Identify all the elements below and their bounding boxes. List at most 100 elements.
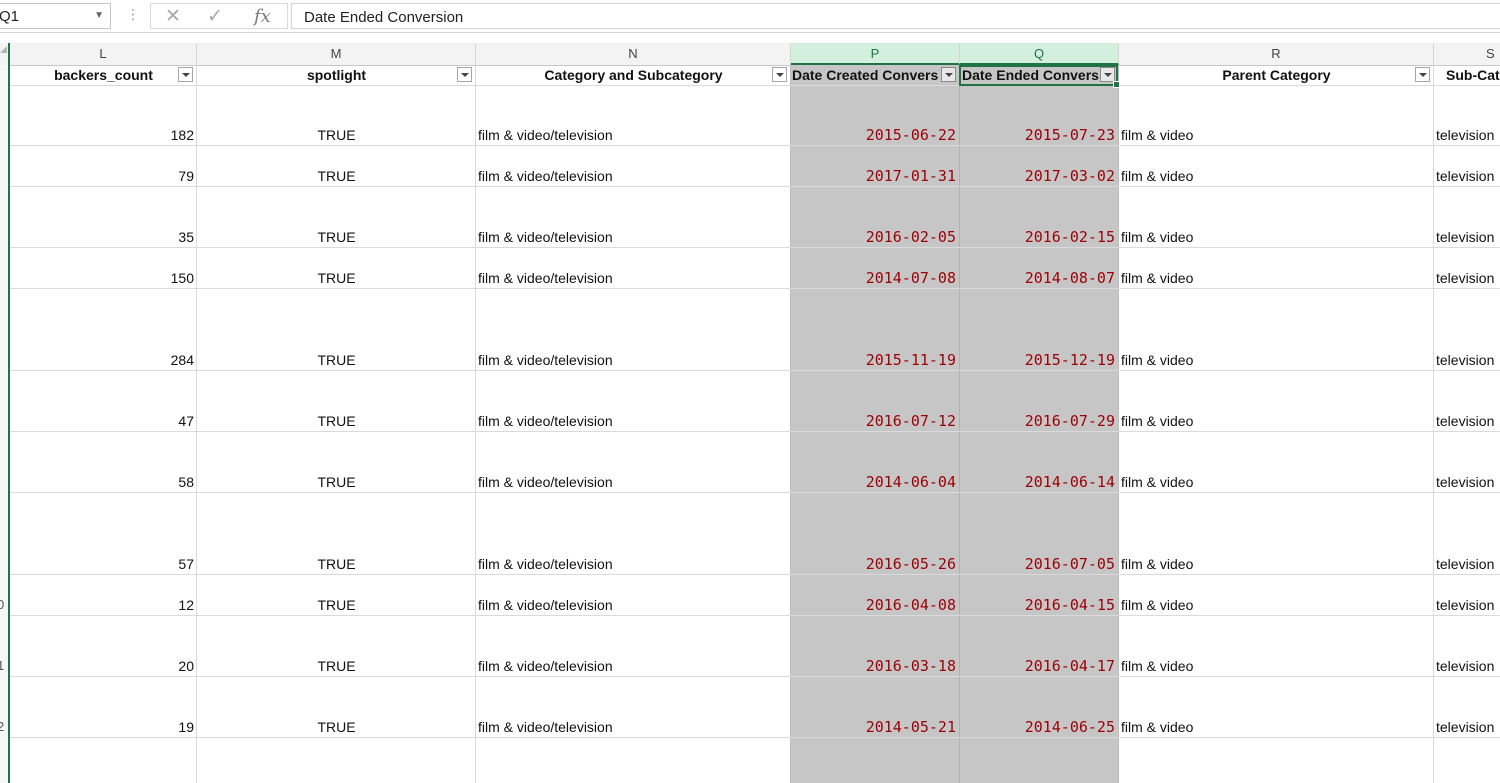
- name-box-dropdown-icon[interactable]: ▼: [94, 10, 104, 21]
- cell-backers-count[interactable]: 47: [10, 412, 194, 431]
- cell-date-created[interactable]: 2017-01-31: [792, 167, 956, 186]
- cell-spotlight[interactable]: TRUE: [197, 657, 476, 676]
- cell-backers-count[interactable]: 20: [10, 657, 194, 676]
- cell-category-subcategory[interactable]: film & video/television: [478, 555, 788, 574]
- cell-sub-category[interactable]: television: [1436, 269, 1500, 288]
- column-header-q[interactable]: Q: [960, 43, 1119, 65]
- cell-date-ended[interactable]: 2017-03-02: [961, 167, 1115, 186]
- cell-date-ended[interactable]: 2015-12-19: [961, 351, 1115, 370]
- filter-dropdown-icon[interactable]: [772, 67, 787, 82]
- cell-spotlight[interactable]: TRUE: [197, 167, 476, 186]
- cell-sub-category[interactable]: television: [1436, 351, 1500, 370]
- cell-date-created[interactable]: 2015-11-19: [792, 351, 956, 370]
- cell-sub-category[interactable]: television: [1436, 657, 1500, 676]
- filter-dropdown-icon[interactable]: [1415, 67, 1430, 82]
- cell-date-ended[interactable]: 2016-04-17: [961, 657, 1115, 676]
- cell-date-ended[interactable]: 2016-04-15: [961, 596, 1115, 615]
- cell-backers-count[interactable]: 58: [10, 473, 194, 492]
- column-header-l[interactable]: L: [10, 43, 197, 65]
- cell-date-ended[interactable]: 2016-02-15: [961, 228, 1115, 247]
- cancel-icon[interactable]: ✕: [165, 5, 181, 28]
- cell-date-ended[interactable]: 2015-07-23: [961, 126, 1115, 145]
- cell-date-created[interactable]: 2014-05-21: [792, 718, 956, 737]
- cell-date-created[interactable]: 2015-06-22: [792, 126, 956, 145]
- row-number[interactable]: 0: [0, 597, 4, 612]
- column-header-m[interactable]: M: [197, 43, 476, 65]
- cell-category-subcategory[interactable]: film & video/television: [478, 269, 788, 288]
- cell-category-subcategory[interactable]: film & video/television: [478, 596, 788, 615]
- cell-category-subcategory[interactable]: film & video/television: [478, 412, 788, 431]
- cell-date-ended[interactable]: 2014-06-14: [961, 473, 1115, 492]
- cell-spotlight[interactable]: TRUE: [197, 228, 476, 247]
- cell-date-ended[interactable]: 2016-07-29: [961, 412, 1115, 431]
- cell-sub-category[interactable]: television: [1436, 167, 1500, 186]
- cell-backers-count[interactable]: 57: [10, 555, 194, 574]
- column-header-s[interactable]: S: [1434, 43, 1500, 65]
- row-number[interactable]: 1: [0, 658, 4, 673]
- cell-backers-count[interactable]: 79: [10, 167, 194, 186]
- cell-spotlight[interactable]: TRUE: [197, 718, 476, 737]
- cell-sub-category[interactable]: television: [1436, 126, 1500, 145]
- cell-date-created[interactable]: 2014-06-04: [792, 473, 956, 492]
- cell-sub-category[interactable]: television: [1436, 718, 1500, 737]
- cell-spotlight[interactable]: TRUE: [197, 351, 476, 370]
- formula-bar-grip-icon[interactable]: ⋮: [126, 6, 140, 23]
- cell-date-ended[interactable]: 2014-06-25: [961, 718, 1115, 737]
- cell-spotlight[interactable]: TRUE: [197, 126, 476, 145]
- cell-category-subcategory[interactable]: film & video/television: [478, 718, 788, 737]
- enter-icon[interactable]: ✓: [207, 5, 223, 28]
- cell-date-created[interactable]: 2016-03-18: [792, 657, 956, 676]
- cell-parent-category[interactable]: film & video: [1121, 228, 1431, 247]
- filter-dropdown-icon[interactable]: [178, 67, 193, 82]
- cell-sub-category[interactable]: television: [1436, 412, 1500, 431]
- filter-dropdown-icon[interactable]: [941, 67, 956, 82]
- cell-backers-count[interactable]: 35: [10, 228, 194, 247]
- filter-dropdown-icon[interactable]: [457, 67, 472, 82]
- cell-parent-category[interactable]: film & video: [1121, 596, 1431, 615]
- cell-date-created[interactable]: 2016-05-26: [792, 555, 956, 574]
- active-cell-q1[interactable]: [959, 65, 1120, 88]
- cell-parent-category[interactable]: film & video: [1121, 126, 1431, 145]
- cell-spotlight[interactable]: TRUE: [197, 555, 476, 574]
- cell-spotlight[interactable]: TRUE: [197, 269, 476, 288]
- cell-parent-category[interactable]: film & video: [1121, 473, 1431, 492]
- insert-function-icon[interactable]: fx: [254, 6, 271, 27]
- cell-parent-category[interactable]: film & video: [1121, 657, 1431, 676]
- cell-spotlight[interactable]: TRUE: [197, 473, 476, 492]
- cell-sub-category[interactable]: television: [1436, 596, 1500, 615]
- cell-backers-count[interactable]: 150: [10, 269, 194, 288]
- cell-category-subcategory[interactable]: film & video/television: [478, 167, 788, 186]
- cell-parent-category[interactable]: film & video: [1121, 555, 1431, 574]
- cell-parent-category[interactable]: film & video: [1121, 412, 1431, 431]
- name-box[interactable]: Q1 ▼: [0, 3, 111, 29]
- formula-input[interactable]: Date Ended Conversion: [291, 3, 1500, 29]
- cell-sub-category[interactable]: television: [1436, 473, 1500, 492]
- cell-sub-category[interactable]: television: [1436, 555, 1500, 574]
- cell-date-ended[interactable]: 2016-07-05: [961, 555, 1115, 574]
- cell-parent-category[interactable]: film & video: [1121, 167, 1431, 186]
- row-number[interactable]: 2: [0, 719, 4, 734]
- select-all-corner[interactable]: [0, 46, 7, 53]
- cell-category-subcategory[interactable]: film & video/television: [478, 657, 788, 676]
- cell-parent-category[interactable]: film & video: [1121, 269, 1431, 288]
- cell-sub-category[interactable]: television: [1436, 228, 1500, 247]
- cell-category-subcategory[interactable]: film & video/television: [478, 473, 788, 492]
- cell-date-created[interactable]: 2016-02-05: [792, 228, 956, 247]
- cell-category-subcategory[interactable]: film & video/television: [478, 126, 788, 145]
- cell-backers-count[interactable]: 12: [10, 596, 194, 615]
- cell-backers-count[interactable]: 19: [10, 718, 194, 737]
- cell-date-ended[interactable]: 2014-08-07: [961, 269, 1115, 288]
- cell-date-created[interactable]: 2016-07-12: [792, 412, 956, 431]
- cell-parent-category[interactable]: film & video: [1121, 718, 1431, 737]
- column-header-p[interactable]: P: [791, 43, 960, 65]
- cell-spotlight[interactable]: TRUE: [197, 412, 476, 431]
- column-header-n[interactable]: N: [476, 43, 791, 65]
- cell-date-created[interactable]: 2014-07-08: [792, 269, 956, 288]
- cell-spotlight[interactable]: TRUE: [197, 596, 476, 615]
- cell-backers-count[interactable]: 284: [10, 351, 194, 370]
- cell-parent-category[interactable]: film & video: [1121, 351, 1431, 370]
- cell-category-subcategory[interactable]: film & video/television: [478, 351, 788, 370]
- cell-category-subcategory[interactable]: film & video/television: [478, 228, 788, 247]
- column-header-r[interactable]: R: [1119, 43, 1434, 65]
- cell-date-created[interactable]: 2016-04-08: [792, 596, 956, 615]
